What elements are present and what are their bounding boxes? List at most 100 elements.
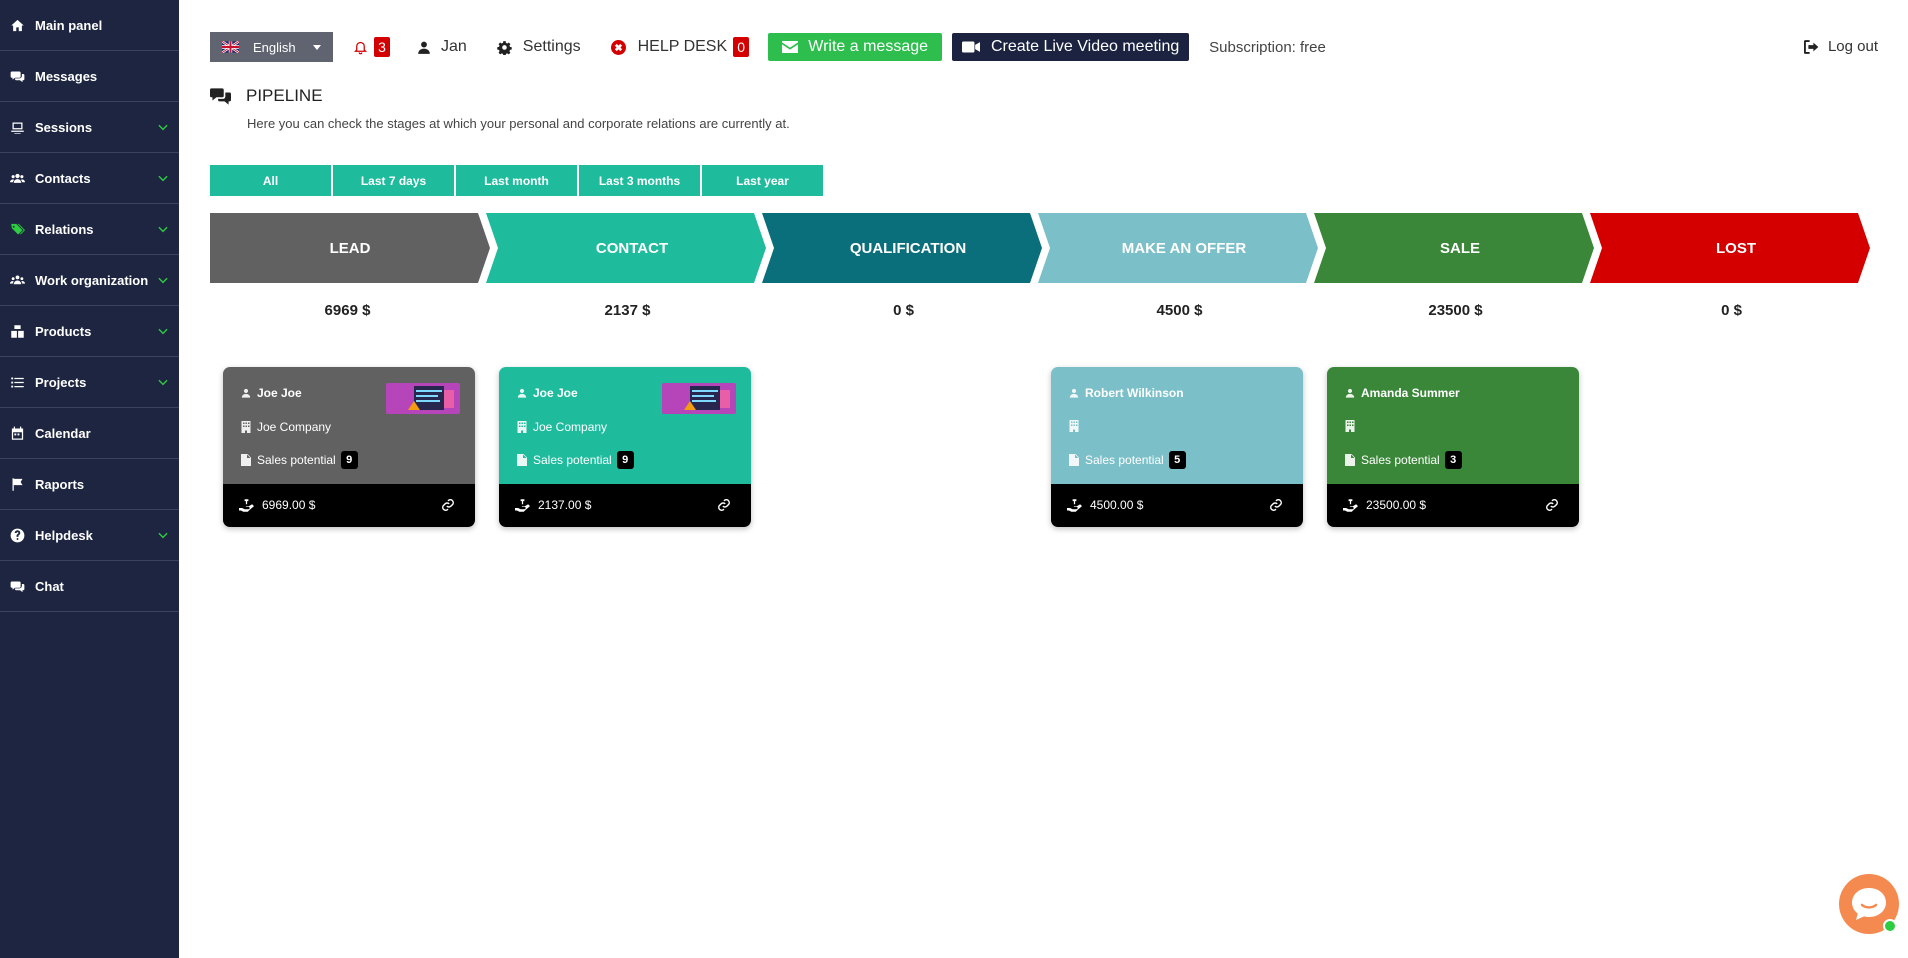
filter-last-3-months[interactable]: Last 3 months (579, 165, 700, 196)
stage-name: QUALIFICATION (849, 239, 967, 257)
stage-total-qualification: 0 $ (893, 302, 914, 319)
sales-potential-badge: 9 (340, 451, 358, 469)
bell-icon (353, 41, 368, 54)
filter-last-month[interactable]: Last month (456, 165, 577, 196)
topbar: English 3 Jan Settings HELP DESK 0 Write… (210, 32, 1326, 62)
online-status-dot (1883, 919, 1897, 933)
video-meeting-label: Create Live Video meeting (991, 38, 1180, 55)
chevron-down-icon[interactable] (156, 324, 170, 338)
sidebar-item-sessions[interactable]: Sessions (0, 102, 179, 153)
helpdesk-count-badge: 0 (733, 37, 750, 57)
link-icon[interactable] (441, 498, 455, 512)
relation-card[interactable]: Joe Joe Joe Company Sales potential 9 69… (223, 367, 475, 527)
logout-button[interactable]: Log out (1803, 38, 1878, 55)
sidebar-item-label: Relations (35, 221, 94, 237)
chevron-down-icon[interactable] (156, 120, 170, 134)
create-video-meeting-button[interactable]: Create Live Video meeting (952, 33, 1190, 61)
write-message-button[interactable]: Write a message (768, 33, 943, 61)
helpdesk-link[interactable]: HELP DESK 0 (610, 37, 750, 57)
sidebar-item-label: Messages (35, 68, 98, 84)
card-amount: 2137.00 $ (515, 498, 591, 512)
card-contact: Joe Joe (241, 386, 302, 400)
user-menu[interactable]: Jan (417, 38, 467, 56)
sidebar-item-calendar[interactable]: Calendar (0, 408, 179, 459)
sidebar-item-projects[interactable]: Projects (0, 357, 179, 408)
filter-all[interactable]: All (210, 165, 331, 196)
card-company (1069, 420, 1085, 432)
page-title-text: PIPELINE (246, 86, 323, 105)
work-organization-icon (8, 271, 26, 289)
live-chat-button[interactable] (1839, 874, 1899, 934)
sidebar-item-label: Chat (35, 578, 64, 594)
card-contact: Robert Wilkinson (1069, 386, 1184, 400)
card-contact-name: Joe Joe (257, 386, 302, 400)
flag-icon (8, 475, 26, 493)
chat-icon (8, 577, 26, 595)
card-company: Joe Company (517, 420, 607, 434)
relation-card[interactable]: Amanda Summer Sales potential 3 23500.00… (1327, 367, 1579, 527)
document-icon (1069, 454, 1079, 466)
sidebar-item-relations[interactable]: Relations (0, 204, 179, 255)
filter-last-7-days[interactable]: Last 7 days (333, 165, 454, 196)
user-icon (418, 41, 430, 54)
stage-contact[interactable]: CONTACT (486, 213, 766, 283)
card-amount-value: 2137.00 $ (538, 498, 592, 512)
date-filters: All Last 7 days Last month Last 3 months… (210, 165, 825, 196)
language-label: English (253, 39, 296, 55)
page-title: PIPELINE (210, 86, 323, 106)
sidebar-item-messages[interactable]: Messages (0, 51, 179, 102)
card-potential: Sales potential 3 (1345, 451, 1462, 469)
card-footer: 4500.00 $ (1051, 484, 1303, 527)
sidebar-item-work-organization[interactable]: Work organization (0, 255, 179, 306)
sidebar-item-main-panel[interactable]: Main panel (0, 0, 179, 51)
card-potential-label: Sales potential (533, 453, 612, 467)
document-icon (241, 454, 251, 466)
stage-name: CONTACT (595, 239, 669, 257)
building-icon (1069, 420, 1079, 432)
write-message-label: Write a message (808, 38, 929, 55)
stage-sale[interactable]: SALE (1314, 213, 1594, 283)
chat-bubble-icon (1852, 888, 1886, 920)
sidebar-item-raports[interactable]: Raports (0, 459, 179, 510)
helpdesk-label: HELP DESK (637, 38, 728, 55)
stage-total-make-an-offer: 4500 $ (1156, 302, 1203, 319)
chevron-down-icon[interactable] (156, 222, 170, 236)
link-icon[interactable] (717, 498, 731, 512)
link-icon[interactable] (1269, 498, 1283, 512)
stage-lost[interactable]: LOST (1590, 213, 1870, 283)
sidebar-item-chat[interactable]: Chat (0, 561, 179, 612)
sidebar-item-contacts[interactable]: Contacts (0, 153, 179, 204)
pipeline-stages: LEAD CONTACT QUALIFICATION MAKE AN OFFER… (210, 213, 1860, 283)
gear-icon (497, 40, 512, 55)
stage-lead[interactable]: LEAD (210, 213, 490, 283)
filter-last-year[interactable]: Last year (702, 165, 823, 196)
card-footer: 23500.00 $ (1327, 484, 1579, 527)
user-icon (241, 388, 251, 398)
notifications-count-badge: 3 (374, 37, 390, 57)
chevron-down-icon[interactable] (156, 171, 170, 185)
relation-card[interactable]: Robert Wilkinson Sales potential 5 4500.… (1051, 367, 1303, 527)
sidebar-item-products[interactable]: Products (0, 306, 179, 357)
card-potential-label: Sales potential (1085, 453, 1164, 467)
card-company-name: Joe Company (257, 420, 332, 434)
chevron-down-icon[interactable] (156, 375, 170, 389)
card-potential: Sales potential 9 (517, 451, 634, 469)
projects-icon (8, 373, 26, 391)
language-dropdown[interactable]: English (210, 32, 333, 62)
chevron-down-icon[interactable] (156, 528, 170, 542)
link-icon[interactable] (1545, 498, 1559, 512)
settings-link[interactable]: Settings (497, 38, 581, 56)
question-icon (8, 526, 26, 544)
settings-label: Settings (522, 38, 581, 55)
stage-name: SALE (1439, 239, 1480, 257)
comments-icon (210, 87, 231, 105)
stage-qualification[interactable]: QUALIFICATION (762, 213, 1042, 283)
relation-card[interactable]: Joe Joe Joe Company Sales potential 9 21… (499, 367, 751, 527)
stage-make-an-offer[interactable]: MAKE AN OFFER (1038, 213, 1318, 283)
card-company-name: Joe Company (533, 420, 608, 434)
notifications-button[interactable]: 3 (353, 37, 390, 57)
card-company (1345, 420, 1361, 432)
chevron-down-icon[interactable] (156, 273, 170, 287)
sidebar-item-helpdesk[interactable]: Helpdesk (0, 510, 179, 561)
envelope-icon (782, 41, 799, 53)
